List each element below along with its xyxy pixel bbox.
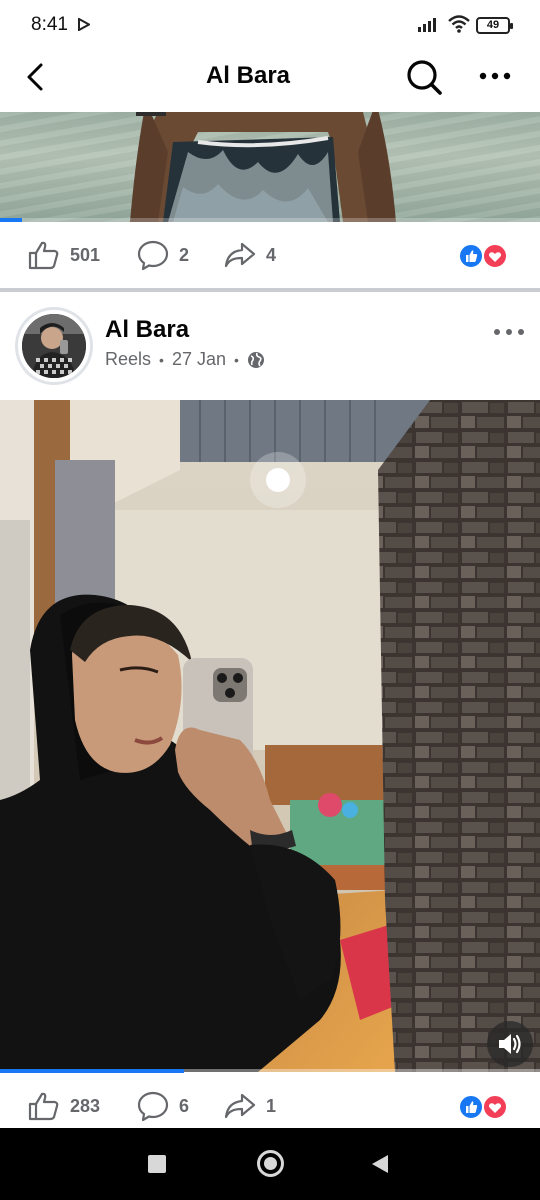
system-nav-bar xyxy=(0,1128,540,1200)
status-bar: 8:41 49 xyxy=(0,0,540,50)
share-icon xyxy=(224,242,256,268)
comment-count: 6 xyxy=(179,1095,190,1116)
comment-icon xyxy=(137,1091,169,1122)
avatar[interactable] xyxy=(22,314,86,378)
share-count: 1 xyxy=(266,1095,277,1116)
reactions-icon[interactable] xyxy=(458,1094,508,1120)
share-icon xyxy=(224,1093,256,1119)
post-type[interactable]: Reels xyxy=(105,349,151,370)
post-more-icon[interactable] xyxy=(492,322,526,342)
more-icon[interactable] xyxy=(478,64,512,88)
meta-separator: • xyxy=(159,351,164,368)
share-count: 4 xyxy=(266,244,277,265)
thumbs-up-icon xyxy=(28,241,59,270)
share-button[interactable]: 4 xyxy=(224,222,276,288)
media-playing-icon xyxy=(78,18,90,31)
reactions-icon[interactable] xyxy=(458,243,508,269)
person-illustration xyxy=(130,112,396,222)
recent-apps-icon[interactable] xyxy=(148,1155,166,1173)
wifi-icon xyxy=(448,15,470,33)
speaker-icon xyxy=(499,1034,521,1054)
home-icon[interactable] xyxy=(257,1150,284,1177)
comment-count: 2 xyxy=(179,244,190,265)
globe-icon xyxy=(247,351,264,368)
like-button[interactable]: 501 xyxy=(28,222,100,288)
post2-video[interactable] xyxy=(0,400,540,1072)
thumbs-up-icon xyxy=(28,1092,59,1121)
like-count: 283 xyxy=(70,1095,101,1116)
avatar-image xyxy=(22,314,86,378)
post1-video[interactable] xyxy=(0,112,540,222)
search-icon[interactable] xyxy=(405,58,443,96)
volume-button[interactable] xyxy=(487,1021,533,1067)
post-author[interactable]: Al Bara xyxy=(105,316,189,344)
reel-frame xyxy=(0,400,540,1072)
post2-header: Al Bara Reels • 27 Jan • xyxy=(0,292,540,400)
battery-indicator: 49 xyxy=(476,17,513,34)
comment-button[interactable]: 2 xyxy=(137,222,189,288)
signal-icon xyxy=(418,18,436,32)
post-meta: Reels • 27 Jan • xyxy=(105,349,265,370)
status-time: 8:41 xyxy=(31,14,68,35)
post-date[interactable]: 27 Jan xyxy=(172,349,226,370)
page-header: Al Bara xyxy=(0,50,540,112)
comment-icon xyxy=(137,240,169,271)
back-icon[interactable] xyxy=(370,1153,390,1175)
like-count: 501 xyxy=(70,244,101,265)
meta-separator: • xyxy=(233,351,239,368)
post1-action-bar: 501 2 4 xyxy=(0,222,540,288)
